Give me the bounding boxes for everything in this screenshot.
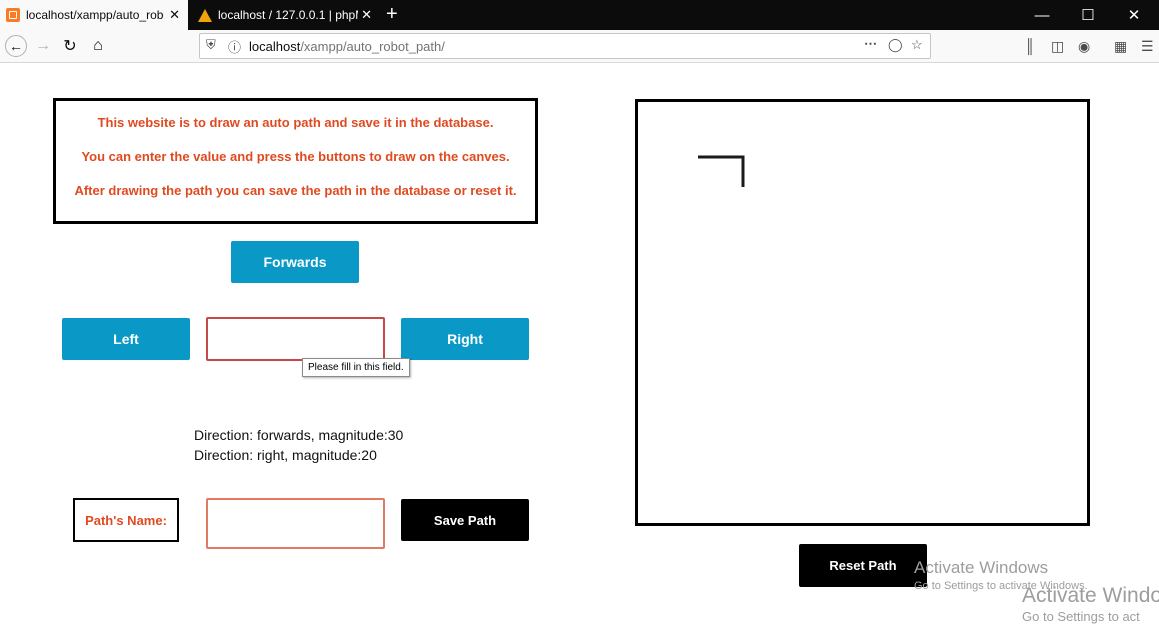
back-button[interactable]: ← — [4, 34, 28, 58]
url-host: localhost — [249, 38, 301, 54]
path-log-entry: Direction: forwards, magnitude:30 — [194, 427, 404, 443]
phpmyadmin-icon — [198, 8, 212, 22]
reset-path-button[interactable]: Reset Path — [799, 544, 927, 587]
account-icon[interactable]: ◉ — [1078, 38, 1090, 55]
path-log-entry: Direction: right, magnitude:20 — [194, 447, 377, 463]
drawing-canvas[interactable] — [635, 99, 1090, 526]
maximize-icon[interactable]: ☐ — [1065, 0, 1111, 30]
page-actions-icon[interactable]: ⋯ — [864, 36, 877, 52]
pocket-icon[interactable]: ◯ — [888, 37, 903, 53]
extensions-icon[interactable]: ▦ — [1114, 38, 1127, 55]
close-tab-icon[interactable]: ✕ — [169, 7, 180, 23]
instruction-line-3: After drawing the path you can save the … — [74, 183, 517, 198]
shield-icon[interactable]: ⛨ — [206, 37, 216, 53]
path-name-input[interactable] — [206, 498, 385, 549]
validation-tooltip: Please fill in this field. — [302, 358, 410, 377]
activation-watermark-title: Activate Windows — [914, 558, 1049, 577]
tab-phpmyadmin[interactable]: localhost / 127.0.0.1 | phpMyAd ✕ — [192, 0, 380, 30]
right-button[interactable]: Right — [401, 318, 529, 360]
path-name-label: Path's Name: — [73, 498, 179, 542]
browser-nav-bar: ← → ↻ ⌂ ⛨ ⓘ localhost /xampp/auto_robot_… — [0, 30, 1159, 63]
window-close-icon[interactable]: ✕ — [1111, 0, 1157, 30]
bookmark-star-icon[interactable]: ☆ — [911, 37, 923, 53]
url-path: /xampp/auto_robot_path/ — [300, 38, 445, 54]
path-drawing — [698, 155, 745, 187]
activation-watermark-title-2: Activate Windo — [1022, 584, 1159, 607]
tab-title: localhost/xampp/auto_robot_p — [26, 8, 164, 22]
instruction-line-2: You can enter the value and press the bu… — [81, 149, 510, 164]
save-path-button[interactable]: Save Path — [401, 499, 529, 541]
home-icon[interactable]: ⌂ — [86, 34, 110, 58]
url-bar[interactable]: ⛨ ⓘ localhost /xampp/auto_robot_path/ ⋯ … — [199, 33, 931, 59]
library-icon[interactable]: ║ — [1025, 38, 1035, 54]
browser-tab-bar: localhost/xampp/auto_robot_p ✕ localhost… — [0, 0, 1159, 30]
tab-auto-robot-path[interactable]: localhost/xampp/auto_robot_p ✕ — [0, 0, 188, 30]
new-tab-icon[interactable]: + — [386, 2, 398, 26]
left-button[interactable]: Left — [62, 318, 190, 360]
info-icon[interactable]: ⓘ — [228, 37, 241, 56]
menu-icon[interactable]: ☰ — [1141, 38, 1154, 55]
close-tab-icon[interactable]: ✕ — [361, 7, 372, 23]
xampp-icon — [6, 8, 20, 22]
instructions-box: This website is to draw an auto path and… — [53, 98, 538, 224]
forwards-button[interactable]: Forwards — [231, 241, 359, 283]
minimize-icon[interactable]: — — [1019, 0, 1065, 30]
sidebar-icon[interactable]: ◫ — [1051, 38, 1064, 55]
reload-icon[interactable]: ↻ — [58, 34, 82, 58]
magnitude-input[interactable] — [206, 317, 385, 361]
back-arrow-icon: ← — [5, 35, 27, 57]
tab-title: localhost / 127.0.0.1 | phpMyAd — [218, 8, 358, 22]
forward-arrow-icon[interactable]: → — [31, 34, 55, 58]
robot-path-line — [698, 155, 745, 187]
instruction-line-1: This website is to draw an auto path and… — [97, 115, 494, 130]
